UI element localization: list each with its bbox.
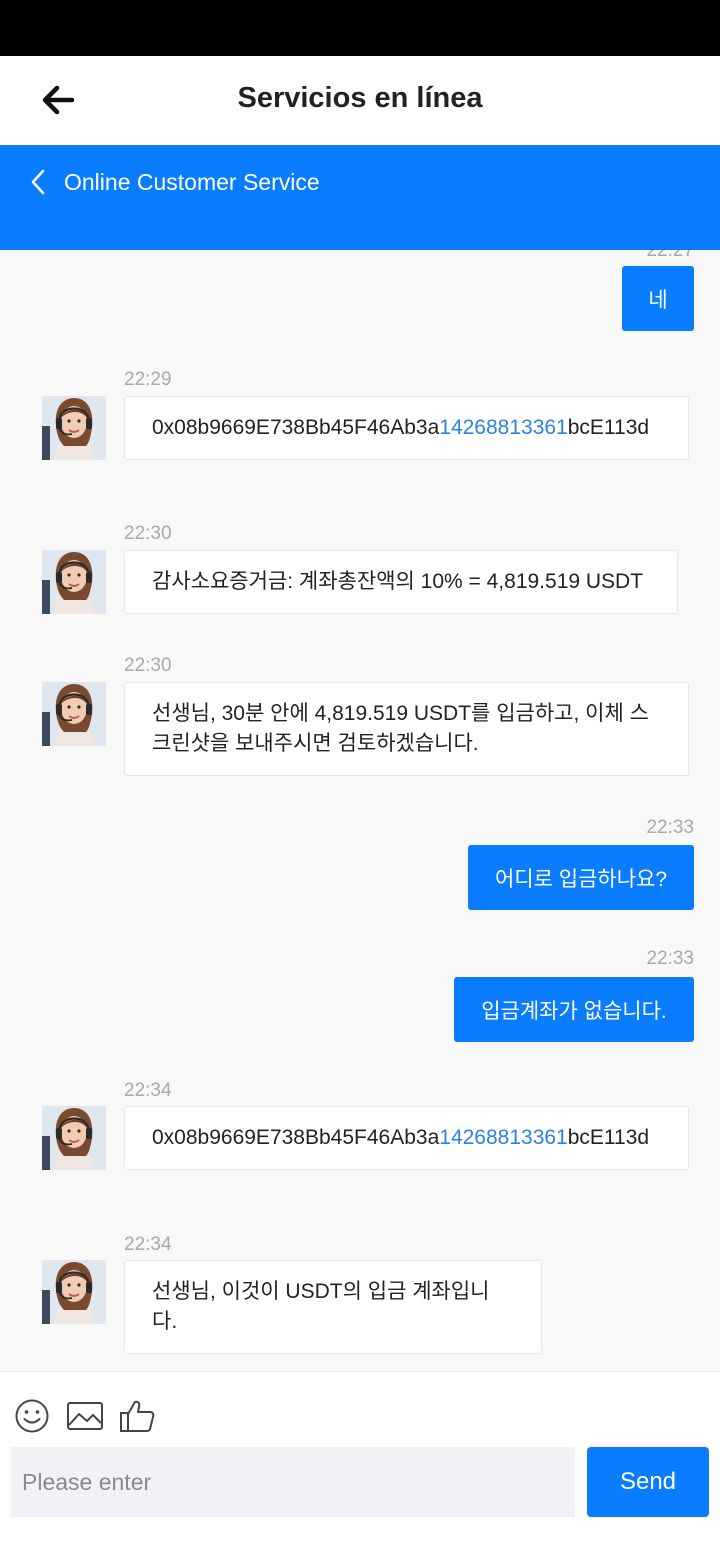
address-text: bcE113d <box>567 416 650 439</box>
app-header: Servicios en línea <box>0 56 720 145</box>
send-button[interactable]: Send <box>587 1447 709 1517</box>
emoji-icon[interactable] <box>14 1398 50 1434</box>
outgoing-message[interactable]: 네 <box>622 266 694 331</box>
address-text: bcE113d <box>567 1126 650 1149</box>
composer: Send <box>0 1371 720 1560</box>
page-title: Servicios en línea <box>237 82 483 114</box>
message-timestamp: 22:30 <box>124 523 172 544</box>
message-input[interactable] <box>11 1447 575 1517</box>
message-timestamp: 22:30 <box>124 655 172 676</box>
agent-avatar <box>42 550 106 614</box>
message-timestamp: 22:34 <box>124 1080 172 1101</box>
agent-avatar <box>42 1106 106 1170</box>
incoming-message[interactable]: 선생님, 30분 안에 4,819.519 USDT를 입금하고, 이체 스크린… <box>124 682 689 776</box>
outgoing-message[interactable]: 입금계좌가 없습니다. <box>454 977 694 1042</box>
service-title: Online Customer Service <box>64 169 320 195</box>
chevron-left-icon[interactable] <box>26 167 52 197</box>
status-bar <box>0 0 720 56</box>
incoming-message[interactable]: 0x08b9669E738Bb45F46Ab3a14268813361bcE11… <box>124 1106 689 1170</box>
agent-avatar <box>42 396 106 460</box>
incoming-message[interactable]: 감사소요증거금: 계좌총잔액의 10% = 4,819.519 USDT <box>124 550 678 614</box>
message-timestamp: 22:29 <box>124 369 172 390</box>
service-bar: Online Customer Service <box>0 145 720 250</box>
message-timestamp: 22:33 <box>646 817 694 838</box>
agent-avatar <box>42 1260 106 1324</box>
incoming-message[interactable]: 선생님, 이것이 USDT의 입금 계좌입니다. <box>124 1260 542 1354</box>
agent-avatar <box>42 682 106 746</box>
chat-area[interactable]: 22:27 네 22:29 0x08b9669E738Bb45F46Ab3a14… <box>0 250 720 1371</box>
message-timestamp: 22:34 <box>124 1234 172 1255</box>
outgoing-message[interactable]: 어디로 입금하나요? <box>468 845 694 910</box>
address-text: 0x08b9669E738Bb45F46Ab3a <box>152 1126 440 1149</box>
address-link[interactable]: 14268813361 <box>439 416 567 439</box>
incoming-message[interactable]: 0x08b9669E738Bb45F46Ab3a14268813361bcE11… <box>124 396 689 460</box>
image-icon[interactable] <box>66 1398 104 1434</box>
address-text: 0x08b9669E738Bb45F46Ab3a <box>152 416 440 439</box>
address-link[interactable]: 14268813361 <box>439 1126 567 1149</box>
message-timestamp: 22:33 <box>646 948 694 969</box>
message-timestamp: 22:27 <box>646 250 694 261</box>
thumbs-up-icon[interactable] <box>119 1398 157 1434</box>
